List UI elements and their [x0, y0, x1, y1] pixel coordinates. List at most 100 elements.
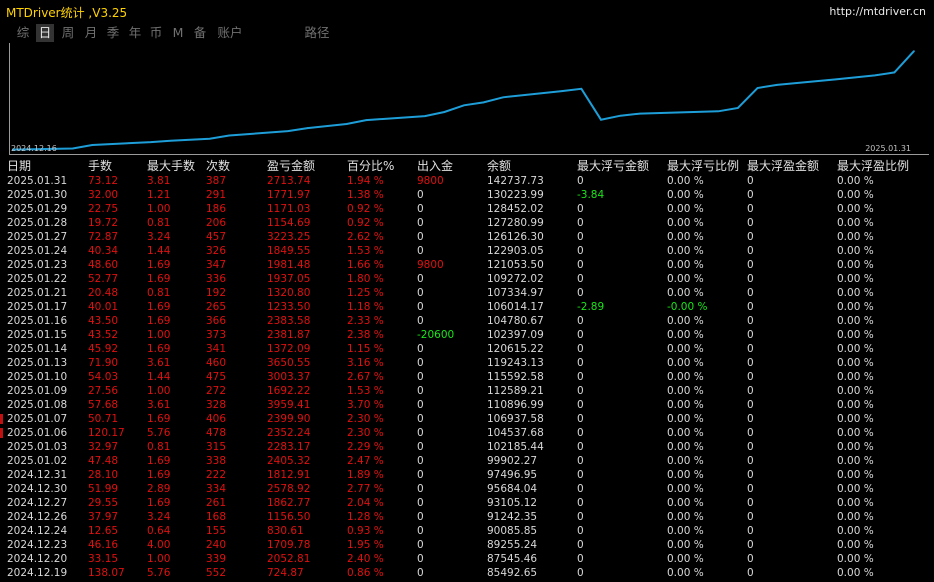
tab-day[interactable]: 日	[36, 24, 54, 42]
cell-lots: 43.52	[88, 329, 119, 341]
table-row[interactable]: 2025.01.17 40.01 1.69 265 1233.50 1.18 % 0 1060…	[0, 300, 934, 314]
table-row[interactable]: 2025.01.30 32.00 1.21 291 1771.97 1.38 % 0 1302…	[0, 188, 934, 202]
table-row[interactable]: 2025.01.28 19.72 0.81 206 1154.69 0.92 % 0 1272…	[0, 216, 934, 230]
header-balance[interactable]: 余额	[487, 158, 511, 174]
cell-lots: 40.01	[88, 301, 119, 313]
table-row[interactable]: 2025.01.03 32.97 0.81 315 2283.17 2.29 % 0 1021…	[0, 440, 934, 454]
table-row[interactable]: 2025.01.09 27.56 1.00 272 1692.22 1.53 % 0 1125…	[0, 384, 934, 398]
tab-month[interactable]: 月	[82, 24, 100, 42]
cell-max-float-profit: 0	[747, 553, 754, 565]
cell-pnl: 2399.90	[267, 413, 311, 425]
cell-lots: 29.55	[88, 497, 119, 509]
cell-date: 2024.12.23	[7, 539, 68, 551]
header-max-lots[interactable]: 最大手数	[147, 158, 195, 174]
cell-deposit: 0	[417, 455, 424, 467]
cell-trades: 460	[206, 357, 227, 369]
tab-account[interactable]: 账户	[215, 24, 245, 42]
tab-currency[interactable]: 币	[147, 24, 165, 42]
cell-deposit: 0	[417, 203, 424, 215]
cell-pnl: 2352.24	[267, 427, 311, 439]
table-row[interactable]: 2024.12.20 33.15 1.00 339 2052.81 2.40 % 0 8754…	[0, 552, 934, 566]
header-date[interactable]: 日期	[7, 158, 31, 174]
tab-notes[interactable]: 备	[191, 24, 209, 42]
header-max-float-profit-pct[interactable]: 最大浮盈比例	[837, 158, 909, 174]
table-row[interactable]: 2025.01.10 54.03 1.44 475 3003.37 2.67 % 0 1155…	[0, 370, 934, 384]
table-row[interactable]: 2025.01.06 120.17 5.76 478 2352.24 2.30 % 0 104…	[0, 426, 934, 440]
header-lots[interactable]: 手数	[88, 158, 112, 174]
cell-max-lots: 1.00	[147, 203, 171, 215]
app-title: MTDriver统计 ,V3.25	[6, 6, 128, 20]
cell-max-lots: 0.81	[147, 217, 171, 229]
cell-max-float-profit: 0	[747, 413, 754, 425]
cell-lots: 52.77	[88, 273, 119, 285]
table-row[interactable]: 2025.01.07 50.71 1.69 406 2399.90 2.30 % 0 1069…	[0, 412, 934, 426]
balance-point	[365, 119, 368, 121]
table-row[interactable]: 2025.01.15 43.52 1.00 373 2381.87 2.38 % -2060…	[0, 328, 934, 342]
cell-percent: 1.94 %	[347, 175, 384, 187]
cell-lots: 138.07	[88, 567, 125, 579]
table-row[interactable]: 2024.12.19 138.07 5.76 552 724.87 0.86 % 0 8549…	[0, 566, 934, 580]
cell-trades: 406	[206, 413, 227, 425]
table-row[interactable]: 2025.01.22 52.77 1.69 336 1937.05 1.80 % 0 1092…	[0, 272, 934, 286]
table-row[interactable]: 2025.01.21 20.48 0.81 192 1320.80 1.25 % 0 1073…	[0, 286, 934, 300]
cell-max-float-profit-pct: 0.00 %	[837, 497, 874, 509]
cell-date: 2025.01.06	[7, 427, 68, 439]
table-row[interactable]: 2025.01.24 40.34 1.44 326 1849.55 1.53 % 0 1229…	[0, 244, 934, 258]
tab-week[interactable]: 周	[59, 24, 77, 42]
site-link[interactable]: http://mtdriver.cn	[829, 5, 926, 18]
table-row[interactable]: 2024.12.24 12.65 0.64 155 830.61 0.93 % 0 90085…	[0, 524, 934, 538]
table-row[interactable]: 2025.01.16 43.50 1.69 366 2383.58 2.33 % 0 1047…	[0, 314, 934, 328]
cell-max-float-loss: 0	[577, 315, 584, 327]
cell-deposit: 0	[417, 245, 424, 257]
header-deposit[interactable]: 出入金	[417, 158, 453, 174]
header-max-float-loss[interactable]: 最大浮亏金额	[577, 158, 649, 174]
table-row[interactable]: 2025.01.02 47.48 1.69 338 2405.32 2.47 % 0 9990…	[0, 454, 934, 468]
header-trades[interactable]: 次数	[206, 158, 230, 174]
header-max-float-profit[interactable]: 最大浮盈金额	[747, 158, 819, 174]
cell-max-float-profit: 0	[747, 329, 754, 341]
period-tabs: 综 日 周 月 季 年 币 M 备 账户 路径	[0, 24, 934, 42]
table-row[interactable]: 2025.01.27 72.87 3.24 457 3223.25 2.62 % 0 1261…	[0, 230, 934, 244]
table-row[interactable]: 2024.12.23 46.16 4.00 240 1709.78 1.95 % 0 8925…	[0, 538, 934, 552]
cell-trades: 326	[206, 245, 227, 257]
cell-max-float-profit-pct: 0.00 %	[837, 483, 874, 495]
table-row[interactable]: 2025.01.13 71.90 3.61 460 3650.55 3.16 % 0 1192…	[0, 356, 934, 370]
cell-date: 2025.01.17	[7, 301, 68, 313]
cell-balance: 106014.17	[487, 301, 544, 313]
table-row[interactable]: 2025.01.23 48.60 1.69 347 1981.48 1.66 % 9800 1…	[0, 258, 934, 272]
header-pnl[interactable]: 盈亏金额	[267, 158, 315, 174]
tab-path[interactable]: 路径	[302, 24, 332, 42]
cell-lots: 71.90	[88, 357, 119, 369]
header-max-float-loss-pct[interactable]: 最大浮亏比例	[667, 158, 739, 174]
cell-max-float-profit: 0	[747, 567, 754, 579]
tab-m[interactable]: M	[170, 24, 186, 42]
table-row[interactable]: 2025.01.08 57.68 3.61 328 3959.41 3.70 % 0 1108…	[0, 398, 934, 412]
tab-year[interactable]: 年	[126, 24, 144, 42]
table-row[interactable]: 2024.12.30 51.99 2.89 334 2578.92 2.77 % 0 9568…	[0, 482, 934, 496]
balance-chart	[9, 43, 929, 155]
table-row[interactable]: 2025.01.31 73.12 3.81 387 2713.74 1.94 % 9800 1…	[0, 174, 934, 188]
cell-max-lots: 1.69	[147, 315, 171, 327]
cell-trades: 366	[206, 315, 227, 327]
cell-lots: 27.56	[88, 385, 119, 397]
cell-percent: 2.30 %	[347, 413, 384, 425]
cell-max-float-loss-pct: 0.00 %	[667, 189, 704, 201]
cell-date: 2024.12.27	[7, 497, 68, 509]
tab-summary[interactable]: 综	[14, 24, 32, 42]
cell-max-float-loss: 0	[577, 203, 584, 215]
tab-quarter[interactable]: 季	[104, 24, 122, 42]
table-row[interactable]: 2024.12.26 37.97 3.24 168 1156.50 1.28 % 0 9124…	[0, 510, 934, 524]
table-row[interactable]: 2024.12.31 28.10 1.69 222 1812.91 1.89 % 0 9749…	[0, 468, 934, 482]
cell-date: 2024.12.19	[7, 567, 68, 579]
cell-max-float-loss-pct: 0.00 %	[667, 483, 704, 495]
table-row[interactable]: 2025.01.29 22.75 1.00 186 1171.03 0.92 % 0 1284…	[0, 202, 934, 216]
cell-max-float-profit-pct: 0.00 %	[837, 315, 874, 327]
table-row[interactable]: 2024.12.27 29.55 1.69 261 1862.77 2.04 % 0 9310…	[0, 496, 934, 510]
header-percent[interactable]: 百分比%	[347, 158, 394, 174]
cell-balance: 95684.04	[487, 483, 538, 495]
cell-max-float-loss-pct: 0.00 %	[667, 259, 704, 271]
cell-max-float-profit-pct: 0.00 %	[837, 273, 874, 285]
table-row[interactable]: 2025.01.14 45.92 1.69 341 1372.09 1.15 % 0 1206…	[0, 342, 934, 356]
cell-max-float-loss-pct: 0.00 %	[667, 343, 704, 355]
cell-pnl: 724.87	[267, 567, 304, 579]
